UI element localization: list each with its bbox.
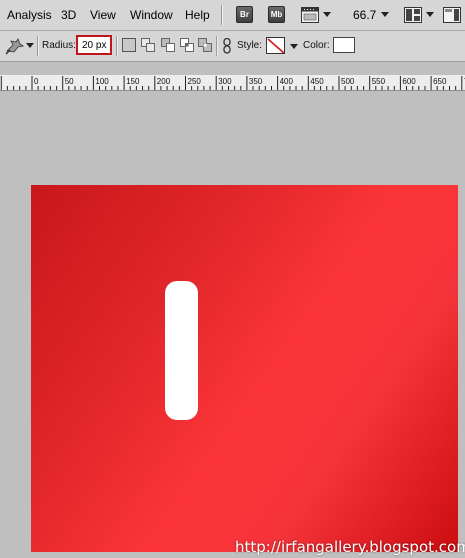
horizontal-ruler[interactable]: 0501001502002503003504004505005506006507… xyxy=(0,75,465,91)
zoom-dropdown-icon[interactable] xyxy=(381,12,389,17)
ruler-label: 0 xyxy=(34,77,39,86)
ruler-ticks: 0501001502002503003504004505005506006507… xyxy=(0,76,465,90)
watermark-text: http://irfangallery.blogspot.com xyxy=(235,538,465,556)
ruler-label: 350 xyxy=(249,77,263,86)
menu-bar: Analysis 3D View Window Help Br Mb 66.7 xyxy=(0,0,465,31)
ruler-label: 250 xyxy=(188,77,202,86)
add-to-shape-area-icon[interactable] xyxy=(141,38,155,52)
color-label: Color: xyxy=(303,40,330,51)
document-canvas[interactable] xyxy=(31,185,458,552)
style-label: Style: xyxy=(237,40,263,51)
ruler-label: 300 xyxy=(218,77,232,86)
new-shape-layer-button[interactable] xyxy=(122,38,136,52)
mini-bridge-button[interactable]: Mb xyxy=(268,6,285,23)
view-extras-dropdown-icon[interactable] xyxy=(323,12,331,17)
link-icon[interactable] xyxy=(222,38,232,54)
menu-separator xyxy=(221,5,223,25)
menu-view[interactable]: View xyxy=(90,8,116,22)
view-extras-icon[interactable] xyxy=(301,7,319,23)
options-separator xyxy=(37,36,39,56)
arrange-dropdown-icon[interactable] xyxy=(426,12,434,17)
arrange-documents-icon[interactable] xyxy=(404,7,422,23)
ruler-label: 100 xyxy=(95,77,109,86)
ruler-label: 150 xyxy=(126,77,140,86)
style-dropdown-icon[interactable] xyxy=(290,44,298,49)
ruler-label: 500 xyxy=(341,77,355,86)
ruler-label: 550 xyxy=(372,77,386,86)
subtract-from-shape-area-icon[interactable] xyxy=(161,38,175,52)
menu-analysis[interactable]: Analysis xyxy=(7,8,52,22)
ruler-label: 650 xyxy=(433,77,447,86)
style-picker[interactable] xyxy=(266,37,285,54)
ruler-label: 200 xyxy=(157,77,171,86)
color-swatch[interactable] xyxy=(333,37,355,53)
menu-3d[interactable]: 3D xyxy=(61,8,76,22)
radius-label: Radius: xyxy=(42,40,76,51)
tool-preset-dropdown-icon[interactable] xyxy=(26,43,34,48)
exclude-overlapping-shape-areas-icon[interactable] xyxy=(198,38,212,52)
menu-help[interactable]: Help xyxy=(185,8,210,22)
options-bar: Radius: Style: Color: xyxy=(0,31,465,62)
rounded-rectangle-shape[interactable] xyxy=(165,281,198,420)
no-style-icon xyxy=(267,38,284,53)
tool-preset-icon[interactable] xyxy=(4,36,24,56)
menu-window[interactable]: Window xyxy=(130,8,173,22)
options-separator xyxy=(216,36,218,56)
options-separator xyxy=(116,36,118,56)
ruler-label: 50 xyxy=(65,77,74,86)
zoom-level[interactable]: 66.7 xyxy=(353,8,376,22)
ruler-label: 400 xyxy=(280,77,294,86)
radius-input[interactable] xyxy=(76,35,112,55)
ruler-label: 600 xyxy=(402,77,416,86)
intersect-shape-areas-icon[interactable] xyxy=(180,38,194,52)
bridge-button[interactable]: Br xyxy=(236,6,253,23)
ruler-label: 450 xyxy=(310,77,324,86)
workspace-icon[interactable] xyxy=(443,7,461,23)
